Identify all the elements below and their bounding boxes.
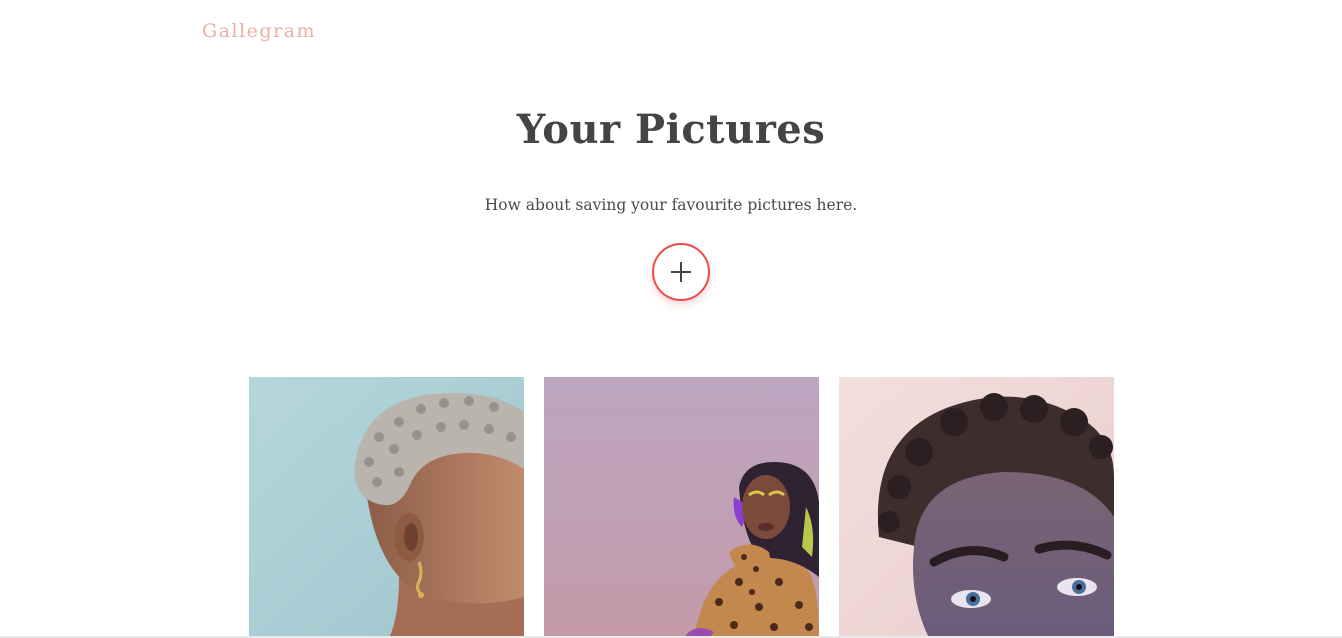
gallery-card[interactable] [249,377,524,638]
photo-woman-leopard-print [544,377,819,638]
gallery-card[interactable] [544,377,819,638]
brand-logo[interactable]: Gallegram [202,20,316,42]
plus-icon [671,262,691,282]
picture-gallery [249,377,1114,638]
page-subtitle: How about saving your favourite pictures… [484,196,858,214]
add-picture-button[interactable] [652,243,710,301]
gallery-card[interactable] [839,377,1114,638]
page-title: Your Pictures [516,106,826,153]
photo-young-man-curly-hair [839,377,1114,638]
photo-woman-curly-hair [249,377,524,638]
